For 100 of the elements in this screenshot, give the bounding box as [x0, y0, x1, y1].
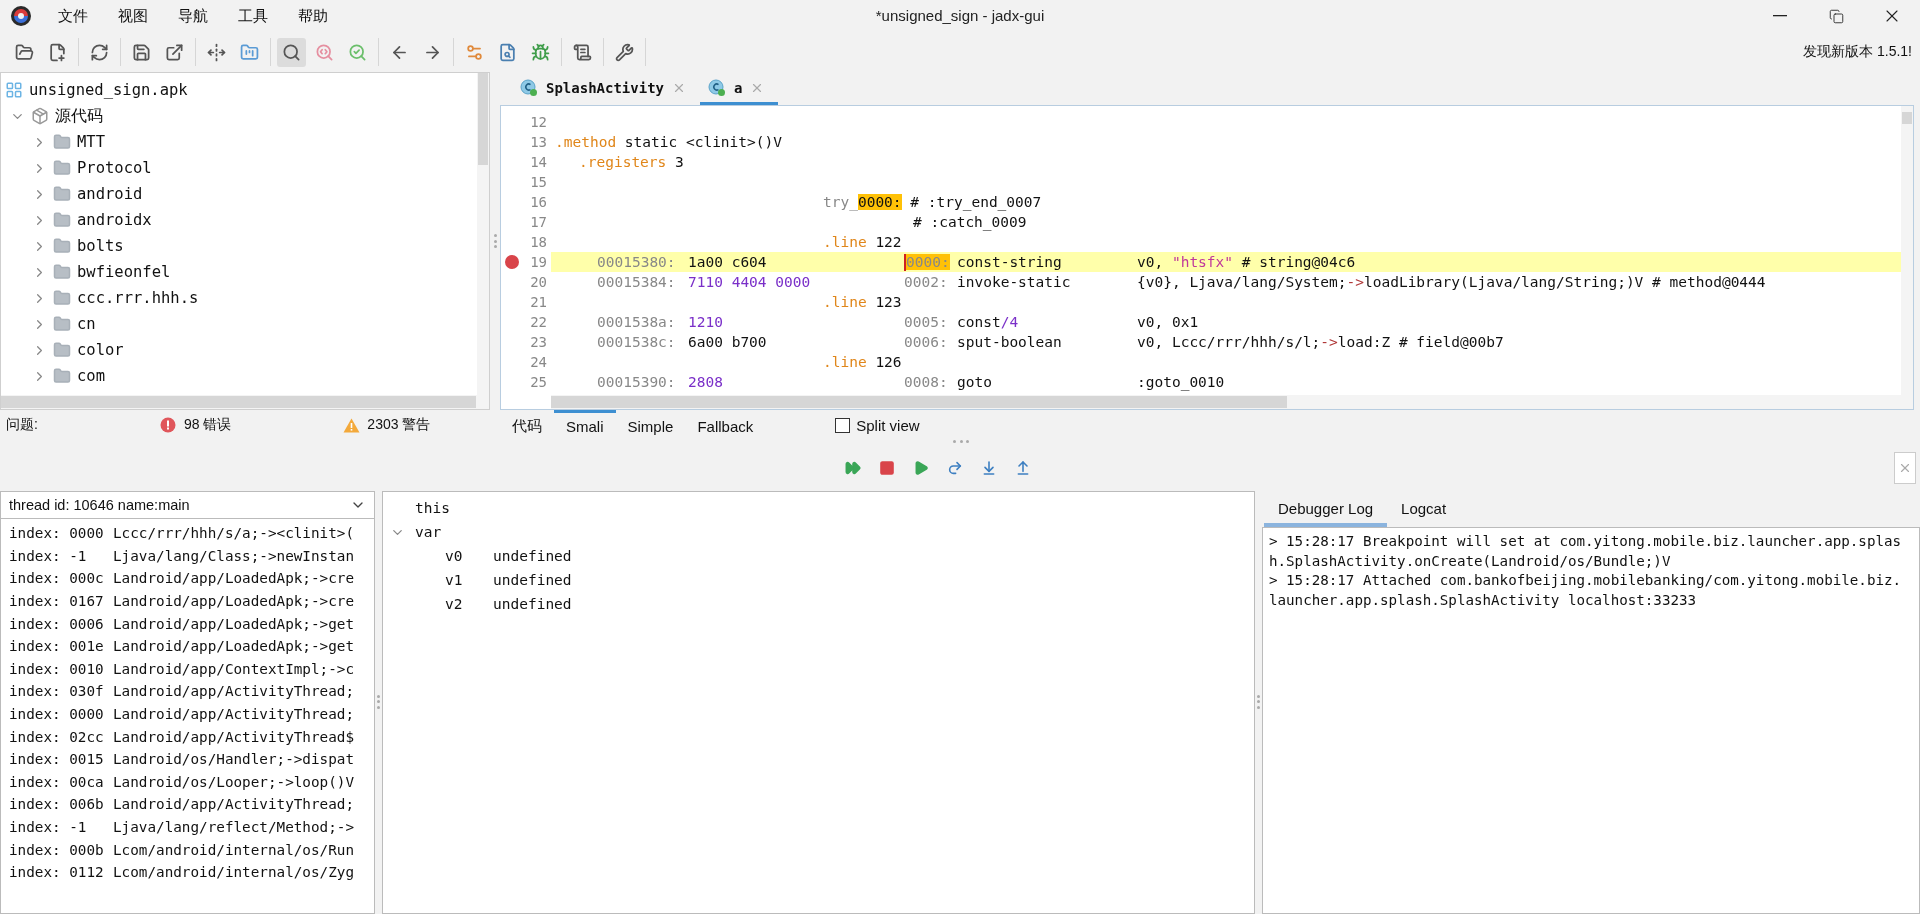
opcode-text: const-string [957, 254, 1062, 270]
menu-item[interactable]: 工具 [234, 4, 272, 28]
frame-method[interactable]: Lcom/android/internal/os/Zyg [113, 864, 354, 881]
variable-value: undefined [493, 572, 572, 588]
keyword: .method [555, 134, 617, 150]
package-icon [31, 107, 49, 125]
view-tab[interactable]: Simple [615, 410, 686, 440]
scrollbar[interactable] [1901, 106, 1913, 395]
logo-icon [10, 5, 32, 27]
frame-index[interactable]: index: 000c [9, 570, 113, 587]
frame-method[interactable]: Landroid/os/Looper;->loop()V [113, 773, 354, 790]
splitter-handle[interactable] [376, 694, 381, 709]
tree-item[interactable]: bolts [77, 237, 124, 255]
variable-name[interactable]: var [415, 524, 442, 540]
checkbox[interactable] [835, 417, 851, 433]
frame-index[interactable]: index: 0015 [9, 751, 113, 768]
frame-method[interactable]: Ljava/lang/Class;->newInstan [113, 547, 354, 564]
tree-item[interactable]: color [77, 341, 124, 359]
bytes-text: 6a00 b700 [688, 334, 767, 350]
offset-text: 0000: [906, 254, 950, 270]
menu-item[interactable]: 帮助 [294, 4, 332, 28]
frame-index[interactable]: index: 000b [9, 841, 113, 858]
search-check-icon [348, 42, 367, 62]
tree-item[interactable]: MTT [77, 133, 105, 151]
frame-method[interactable]: Landroid/app/LoadedApk;->cre [113, 593, 354, 610]
log-tab[interactable]: Logcat [1387, 493, 1461, 527]
search-icon [282, 42, 301, 62]
folder-open-icon [15, 42, 34, 62]
breakpoint-dot[interactable] [505, 255, 519, 269]
menu-item[interactable]: 视图 [114, 4, 152, 28]
scrollbar[interactable] [551, 395, 1913, 409]
tree-item[interactable]: cn [77, 315, 96, 333]
frame-index[interactable]: index: 006b [9, 796, 113, 813]
frame-index[interactable]: index: 0006 [9, 615, 113, 632]
warning-count[interactable]: 2303 警告 [367, 416, 431, 434]
wrench-icon [615, 42, 634, 62]
scrollbar[interactable] [1, 395, 489, 409]
bytes-text: 1210 [688, 314, 723, 330]
tree-item[interactable]: bwfieonfel [77, 263, 171, 281]
frame-index[interactable]: index: 02cc [9, 728, 113, 745]
frame-method[interactable]: Ljava/lang/reflect/Method;-> [113, 819, 354, 835]
frame-index[interactable]: index: 00ca [9, 773, 113, 790]
frame-index[interactable]: index: 0000 [9, 525, 113, 542]
search-button[interactable] [277, 37, 306, 67]
frame-index[interactable]: index: 030f [9, 683, 113, 700]
tree-item[interactable]: ccc.rrr.hhh.s [77, 289, 199, 307]
variable-name[interactable]: v1 [445, 572, 469, 588]
tree-item[interactable]: com [77, 367, 105, 385]
tree-item[interactable]: android [77, 185, 143, 203]
frame-index[interactable]: index: -1 [9, 547, 113, 564]
splitter-handle[interactable] [493, 234, 497, 248]
tree-item[interactable]: unsigned_sign.apk [29, 81, 188, 99]
view-tab[interactable]: 代码 [500, 410, 554, 440]
error-count[interactable]: 98 错误 [183, 416, 232, 434]
frame-method[interactable]: Landroid/app/ActivityThread; [113, 706, 354, 723]
frame-method[interactable]: Landroid/app/LoadedApk;->get [113, 638, 354, 655]
variable-name[interactable]: v0 [445, 548, 469, 564]
tree-item[interactable]: androidx [77, 211, 152, 229]
tree-item[interactable]: 源代码 [55, 105, 103, 127]
frame-method[interactable]: Landroid/os/Handler;->dispat [113, 751, 354, 768]
folder-icon [53, 133, 71, 151]
folder-icon [53, 159, 71, 177]
arrow-operator: -> [1346, 274, 1364, 290]
line-number: 17 [530, 214, 547, 230]
editor-tab[interactable]: SplashActivity [512, 73, 700, 105]
tree-item[interactable]: Protocol [77, 159, 152, 177]
update-notice[interactable]: 发现新版本 1.5.1! [1803, 43, 1912, 61]
operand-text: {v0}, Ljava/lang/System; [1137, 274, 1347, 290]
class-icon [708, 78, 726, 97]
folder-icon [53, 237, 71, 255]
frame-index[interactable]: index: 001e [9, 638, 113, 655]
frame-index[interactable]: index: 0112 [9, 864, 113, 881]
restore-icon [1828, 8, 1844, 24]
variable-name[interactable]: v2 [445, 596, 469, 612]
menu-item[interactable]: 文件 [54, 4, 92, 28]
frame-method[interactable]: Landroid/app/LoadedApk;->cre [113, 570, 354, 587]
splitter-handle[interactable] [1256, 694, 1261, 709]
frame-method[interactable]: Landroid/app/ActivityThread; [113, 796, 354, 813]
splitter-handle[interactable] [953, 440, 969, 444]
frame-method[interactable]: Landroid/app/ActivityThread$ [113, 728, 354, 745]
label-text: try_ [823, 194, 858, 210]
frame-method[interactable]: Landroid/app/ActivityThread; [113, 683, 354, 700]
frame-method[interactable]: Lccc/rrr/hhh/s/a;-><clinit>( [113, 525, 354, 542]
view-tab[interactable]: Smali [554, 410, 616, 440]
close-button[interactable] [1894, 451, 1916, 484]
frame-index[interactable]: index: 0000 [9, 706, 113, 723]
menu-item[interactable]: 导航 [174, 4, 212, 28]
thread-dropdown[interactable]: thread id: 10646 name:main [0, 491, 375, 519]
frame-index[interactable]: index: 0167 [9, 593, 113, 610]
scrollbar[interactable] [477, 73, 489, 395]
frame-index[interactable]: index: 0010 [9, 660, 113, 677]
frame-method[interactable]: Lcom/android/internal/os/Run [113, 841, 354, 858]
frame-method[interactable]: Landroid/app/LoadedApk;->get [113, 615, 354, 632]
folder-icon [53, 367, 71, 385]
frame-index[interactable]: index: -1 [9, 819, 113, 835]
frame-method[interactable]: Landroid/app/ContextImpl;->c [113, 660, 354, 677]
folder-grid-icon [240, 42, 259, 62]
variable-name[interactable]: this [415, 500, 450, 516]
operand-text: loadLibrary(Ljava/lang/String;)V # method@0444 [1364, 274, 1766, 290]
view-tab[interactable]: Fallback [685, 410, 766, 440]
